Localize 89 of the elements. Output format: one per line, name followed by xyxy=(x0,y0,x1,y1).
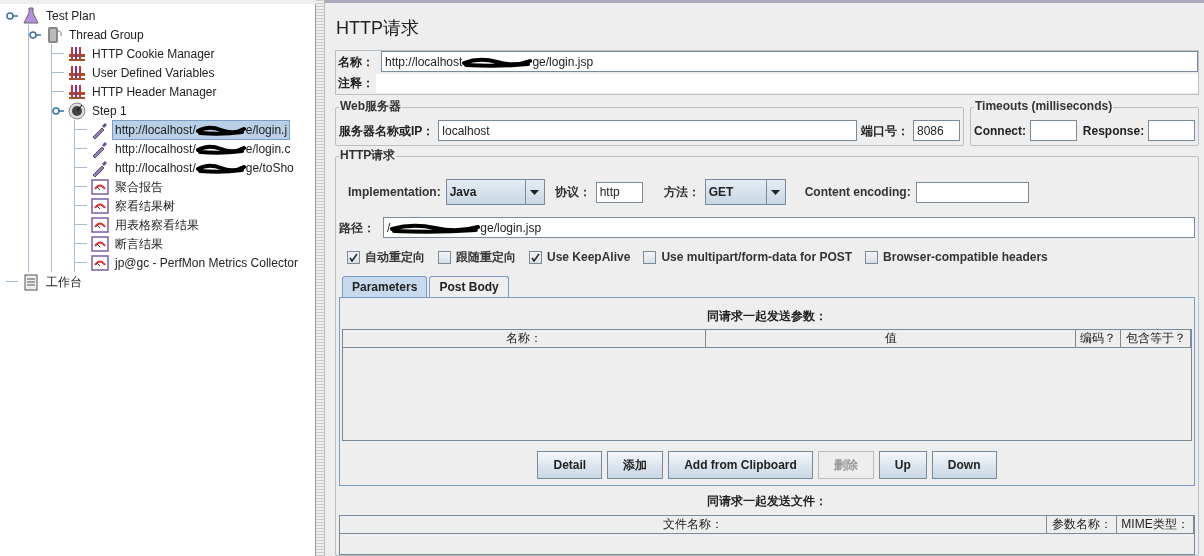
tree-item[interactable]: Test Plan xyxy=(44,6,98,25)
test-tubes-icon xyxy=(68,82,86,101)
field-label: 注释： xyxy=(337,75,375,92)
field-label: Response: xyxy=(1082,122,1145,140)
checkbox[interactable] xyxy=(865,250,879,264)
path-field[interactable]: / ge/login.jsp xyxy=(383,217,1195,238)
column-header[interactable]: 名称： xyxy=(343,330,706,347)
tree-item[interactable]: 用表格察看结果 xyxy=(113,215,201,234)
checkbox-label: Use KeepAlive xyxy=(547,249,631,266)
pipette-icon xyxy=(91,139,109,158)
tree-item[interactable]: jp@gc - PerfMon Metrics Collector xyxy=(113,253,300,272)
panel-title: HTTP请求 xyxy=(336,17,420,40)
tree-item[interactable]: User Defined Variables xyxy=(90,63,217,82)
port-field[interactable]: 8086 xyxy=(913,120,960,141)
server-field[interactable]: localhost xyxy=(438,120,857,141)
meter-icon xyxy=(91,196,109,215)
meter-icon xyxy=(91,234,109,253)
protocol-field[interactable]: http xyxy=(595,181,643,203)
encoding-field[interactable] xyxy=(915,181,1029,203)
field-label: Implementation: xyxy=(348,184,441,201)
test-tubes-icon xyxy=(68,63,86,82)
column-header[interactable]: MIME类型： xyxy=(1117,516,1194,533)
tab[interactable]: Parameters xyxy=(342,276,428,297)
checkbox-label: Browser-compatible headers xyxy=(883,249,1048,266)
checkbox[interactable] xyxy=(347,250,360,264)
field-label: 方法： xyxy=(663,184,700,201)
checkmark-icon xyxy=(349,252,358,262)
column-header[interactable]: 包含等于？ xyxy=(1121,330,1191,347)
tree-item[interactable]: HTTP Cookie Manager xyxy=(90,44,217,63)
checkbox[interactable] xyxy=(643,250,657,264)
field-label: 路径： xyxy=(339,219,376,237)
response-field[interactable] xyxy=(1148,120,1195,141)
column-header[interactable]: 文件名称： xyxy=(340,516,1047,533)
tree-item[interactable]: http://localhost/ e/login.j xyxy=(113,120,290,139)
checkmark-icon xyxy=(531,252,540,262)
pipette-icon xyxy=(91,120,109,139)
field-label: 服务器名称或IP： xyxy=(339,122,435,140)
tree-item[interactable]: HTTP Header Manager xyxy=(90,82,219,101)
caret-icon xyxy=(771,189,781,195)
action-button[interactable]: Down xyxy=(931,451,997,479)
section-title: 同请求一起发送参数： xyxy=(706,308,828,325)
comment-field[interactable] xyxy=(376,73,1198,93)
field-label: 协议： xyxy=(554,184,591,201)
gauge-icon xyxy=(68,101,86,120)
tree-item[interactable]: Step 1 xyxy=(90,101,129,120)
column-header[interactable]: 参数名称： xyxy=(1047,516,1117,533)
field-label: Content encoding: xyxy=(804,184,911,201)
tree-item[interactable]: 断言结果 xyxy=(113,234,165,253)
action-button[interactable]: 添加 xyxy=(607,451,664,479)
field-label: Connect: xyxy=(974,122,1026,140)
meter-icon xyxy=(91,177,109,196)
meter-icon xyxy=(91,253,109,272)
flask-icon xyxy=(22,6,40,25)
tree-item[interactable]: http://localhost/ ge/toSho xyxy=(113,158,296,177)
group-legend: Web服务器 xyxy=(339,98,403,114)
connect-field[interactable] xyxy=(1030,120,1077,141)
section-title: 同请求一起发送文件： xyxy=(706,493,828,510)
column-header[interactable]: 值 xyxy=(706,330,1076,347)
dropdown[interactable]: Java xyxy=(445,179,545,205)
action-button[interactable]: Detail xyxy=(537,451,603,479)
checkbox-label: Use multipart/form-data for POST xyxy=(661,249,853,266)
column-header[interactable]: 编码？ xyxy=(1076,330,1121,347)
caret-icon xyxy=(530,189,540,195)
clipboard-icon xyxy=(22,272,40,291)
tree-item[interactable]: 聚合报告 xyxy=(113,177,165,196)
expand-handle-icon[interactable] xyxy=(52,104,64,117)
name-field[interactable]: http://localhost ge/login.jsp xyxy=(381,51,1198,72)
spool-icon xyxy=(45,25,63,44)
tree-item[interactable]: Thread Group xyxy=(67,25,146,44)
tree-item[interactable]: http://localhost/ e/login.c xyxy=(113,139,293,158)
tree-item[interactable]: 察看结果树 xyxy=(113,196,177,215)
expand-handle-icon[interactable] xyxy=(6,9,18,22)
test-tubes-icon xyxy=(68,44,86,63)
dropdown[interactable]: GET xyxy=(704,179,786,205)
checkbox[interactable] xyxy=(438,250,451,264)
checkbox[interactable] xyxy=(529,250,542,264)
field-label: 端口号： xyxy=(861,122,909,140)
action-button[interactable]: Up xyxy=(878,451,927,479)
checkbox-label: 自动重定向 xyxy=(365,249,425,266)
group-legend: Timeouts (milliseconds) xyxy=(974,98,1114,114)
expand-handle-icon[interactable] xyxy=(29,28,41,41)
tree-item[interactable]: 工作台 xyxy=(44,272,84,291)
tab[interactable]: Post Body xyxy=(429,276,509,297)
meter-icon xyxy=(91,215,109,234)
pipette-icon xyxy=(91,158,109,177)
group-legend: HTTP请求 xyxy=(339,147,397,163)
field-label: 名称： xyxy=(337,53,375,71)
action-button[interactable]: Add from Clipboard xyxy=(668,451,813,479)
checkbox-label: 跟随重定向 xyxy=(456,249,516,266)
